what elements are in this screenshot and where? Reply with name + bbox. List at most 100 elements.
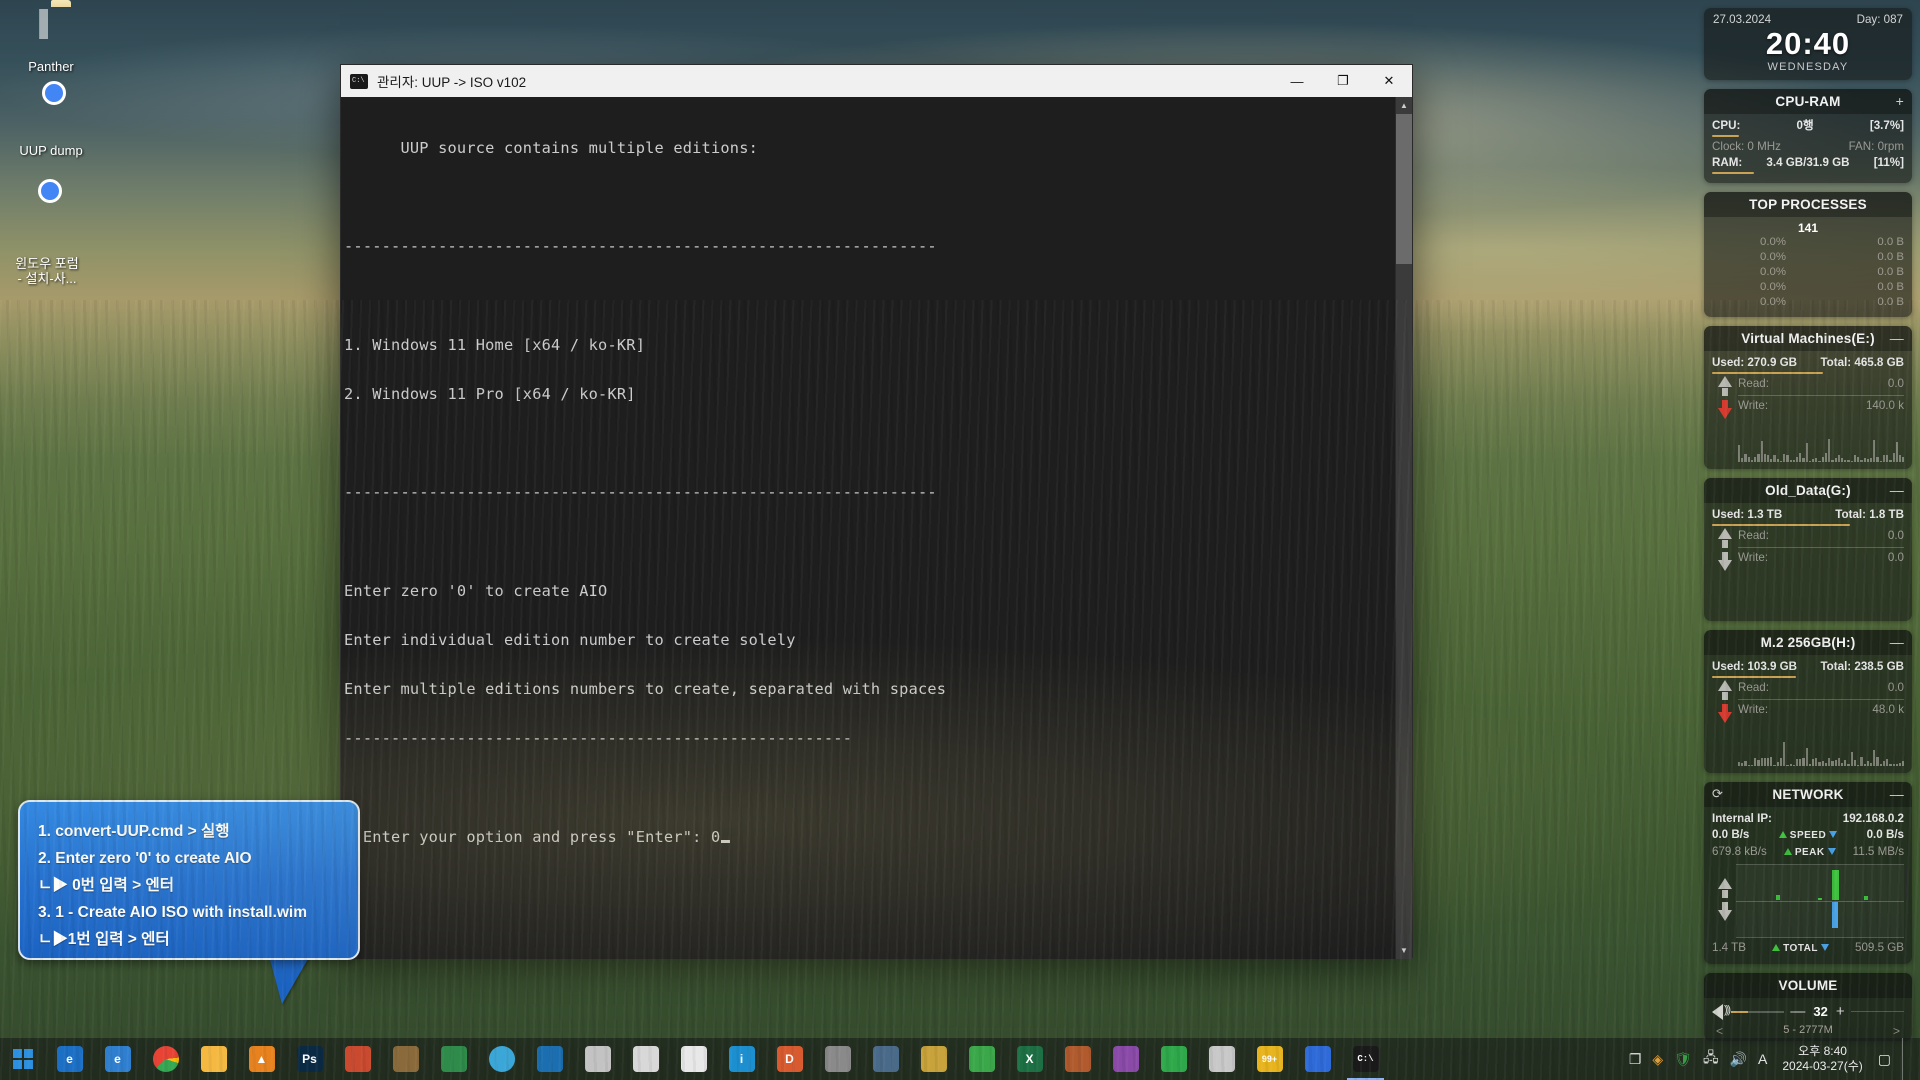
taskbar-item-app-18[interactable] — [862, 1038, 909, 1080]
taskbar[interactable]: e e ▲ Ps i D X 99+ C:\ ❐ ◈ 🛡 🖧 🔊 A 오후 8:40 2024-… — [0, 1038, 1920, 1080]
taskbar-item-app-15[interactable]: i — [718, 1038, 765, 1080]
top-processes-widget[interactable]: TOP PROCESSES 141 0.0% 0.0 B 0.0% 0.0 B … — [1704, 192, 1912, 317]
taskbar-item-app-24[interactable] — [1150, 1038, 1197, 1080]
speaker-icon[interactable] — [1712, 1003, 1729, 1020]
taskbar-item-photoshop[interactable]: Ps — [286, 1038, 333, 1080]
graph-bar — [1795, 759, 1799, 766]
window-title-bar[interactable]: C:\ 관리자: UUP -> ISO v102 — ❐ ✕ — [341, 65, 1412, 97]
chrome-icon — [152, 1046, 179, 1072]
system-tray[interactable]: ❐ ◈ 🛡 🖧 🔊 A 오후 8:40 2024-03-27(수) ▢ — [1629, 1038, 1920, 1080]
show-desktop-button[interactable] — [1902, 1038, 1910, 1080]
minimize-button[interactable]: — — [1274, 65, 1320, 97]
cmd-icon: C:\ — [350, 73, 368, 89]
taskbar-item-app-20[interactable] — [958, 1038, 1005, 1080]
taskbar-item-app-25[interactable] — [1198, 1038, 1245, 1080]
collapse-icon[interactable]: — — [1890, 786, 1904, 802]
app-8-icon — [392, 1046, 419, 1072]
ram-label: RAM: — [1712, 156, 1743, 169]
network-icon[interactable]: 🖧 — [1703, 1047, 1719, 1071]
graph-bar — [1837, 455, 1840, 462]
disk-read-label: Read: — [1738, 529, 1769, 542]
collapse-icon[interactable]: — — [1890, 330, 1904, 346]
disk-io-graph — [1712, 568, 1904, 614]
taskbar-item-app-27[interactable] — [1294, 1038, 1341, 1080]
graph-bar — [1882, 455, 1886, 462]
taskbar-item-excel[interactable]: X — [1006, 1038, 1053, 1080]
clock-widget[interactable]: 27.03.2024 Day: 087 20:40 WEDNESDAY — [1704, 8, 1912, 80]
disk-widget-old-data[interactable]: Old_Data(G:) — Used: 1.3 TB Total: 1.8 T… — [1704, 478, 1912, 621]
refresh-icon[interactable]: ⟳ — [1712, 786, 1723, 802]
console-output[interactable]: UUP source contains multiple editions: -… — [341, 97, 1395, 959]
taskbar-item-ie[interactable]: e — [94, 1038, 141, 1080]
taskbar-item-app-12[interactable] — [574, 1038, 621, 1080]
desktop-icon-windows-forum[interactable]: 윈도우 포럼 - 설치-사... — [2, 173, 92, 286]
desktop-icon-uup-dump[interactable]: UUP dump — [6, 90, 96, 158]
taskbar-item-app-14[interactable] — [670, 1038, 717, 1080]
shield-icon[interactable]: 🛡 — [1674, 1051, 1692, 1068]
disk-write-value: 0.0 — [1887, 551, 1904, 564]
next-track-button[interactable]: > — [1893, 1024, 1900, 1038]
app-14-icon — [680, 1046, 707, 1072]
graph-bar — [1770, 459, 1773, 462]
drop-icon[interactable]: ◈ — [1652, 1051, 1663, 1068]
taskbar-item-app-13[interactable] — [622, 1038, 669, 1080]
console-scrollbar[interactable]: ▲ ▼ — [1395, 97, 1412, 959]
desktop: Panther UUP dump 윈도우 포럼 - 설치-사... C:\ 관리… — [0, 0, 1920, 1080]
graph-bar — [1766, 758, 1770, 766]
taskbar-item-app-11[interactable] — [526, 1038, 573, 1080]
taskbar-item-app-23[interactable] — [1102, 1038, 1149, 1080]
console-window[interactable]: C:\ 관리자: UUP -> ISO v102 — ❐ ✕ UUP sourc… — [340, 64, 1413, 959]
disk-widget-virtual-machines[interactable]: Virtual Machines(E:) — Used: 270.9 GB To… — [1704, 326, 1912, 469]
taskbar-item-app-19[interactable] — [910, 1038, 957, 1080]
notification-icon[interactable]: ▢ — [1878, 1051, 1891, 1068]
disk-title: Old_Data(G:) — — [1704, 478, 1912, 503]
graph-bar — [1760, 440, 1763, 462]
close-button[interactable]: ✕ — [1366, 65, 1412, 97]
taskbar-item-app-9[interactable] — [430, 1038, 477, 1080]
taskbar-items[interactable]: e e ▲ Ps i D X 99+ C:\ — [46, 1038, 1389, 1080]
taskbar-item-app-22[interactable] — [1054, 1038, 1101, 1080]
desktop-icon-panther[interactable]: Panther — [6, 6, 96, 74]
graph-bar — [1863, 457, 1866, 462]
network-widget[interactable]: ⟳ NETWORK — Internal IP: 192.168.0.2 0.0… — [1704, 782, 1912, 964]
scroll-up-icon[interactable]: ▲ — [1396, 97, 1412, 114]
scrollbar-thumb[interactable] — [1396, 114, 1412, 264]
taskbar-item-edge[interactable]: e — [46, 1038, 93, 1080]
taskbar-item-app-17[interactable] — [814, 1038, 861, 1080]
start-button[interactable] — [0, 1038, 46, 1080]
graph-bar — [1857, 764, 1860, 766]
disk-widget-m2[interactable]: M.2 256GB(H:) — Used: 103.9 GB Total: 23… — [1704, 630, 1912, 773]
taskbar-item-app-10[interactable] — [478, 1038, 525, 1080]
collapse-icon[interactable]: — — [1890, 482, 1904, 498]
taskbar-item-app-7[interactable] — [334, 1038, 381, 1080]
console-body[interactable]: UUP source contains multiple editions: -… — [341, 97, 1412, 959]
ime-icon[interactable]: A — [1758, 1051, 1767, 1067]
taskbar-item-file-explorer[interactable] — [190, 1038, 237, 1080]
task-view-icon[interactable]: ❐ — [1629, 1051, 1642, 1068]
console-prompt-line[interactable]: > Enter your option and press "Enter": 0 — [344, 829, 1395, 845]
volume-widget[interactable]: VOLUME — 32 + < 5 - 2777M > — [1704, 973, 1912, 1041]
taskbar-item-app-8[interactable] — [382, 1038, 429, 1080]
collapse-icon[interactable]: — — [1890, 634, 1904, 650]
scroll-down-icon[interactable]: ▼ — [1396, 942, 1412, 959]
maximize-button[interactable]: ❐ — [1320, 65, 1366, 97]
taskbar-item-app-26[interactable]: 99+ — [1246, 1038, 1293, 1080]
volume-slider[interactable] — [1731, 1010, 1785, 1013]
expand-icon[interactable]: + — [1896, 93, 1904, 109]
disk-total: Total: 1.8 TB — [1835, 508, 1904, 521]
scrollbar-track[interactable] — [1396, 264, 1412, 942]
taskbar-item-vlc[interactable]: ▲ — [238, 1038, 285, 1080]
volume-decrease-button[interactable]: — — [1790, 1003, 1805, 1020]
taskbar-item-cmd-window[interactable]: C:\ — [1342, 1038, 1389, 1080]
volume-icon[interactable]: 🔊 — [1730, 1051, 1747, 1068]
app-24-icon — [1160, 1046, 1187, 1072]
graph-bar — [1770, 757, 1773, 766]
previous-track-button[interactable]: < — [1716, 1024, 1723, 1038]
taskbar-clock[interactable]: 오후 8:40 2024-03-27(수) — [1778, 1044, 1866, 1074]
volume-increase-button[interactable]: + — [1836, 1003, 1845, 1020]
taskbar-item-app-16[interactable]: D — [766, 1038, 813, 1080]
cpu-ram-widget[interactable]: CPU-RAM + CPU: 0행 [3.7%] Clock: 0 MHz FA… — [1704, 89, 1912, 183]
taskbar-item-chrome[interactable] — [142, 1038, 189, 1080]
download-arrow-icon — [1829, 831, 1838, 838]
volume-title: VOLUME — [1704, 973, 1912, 998]
